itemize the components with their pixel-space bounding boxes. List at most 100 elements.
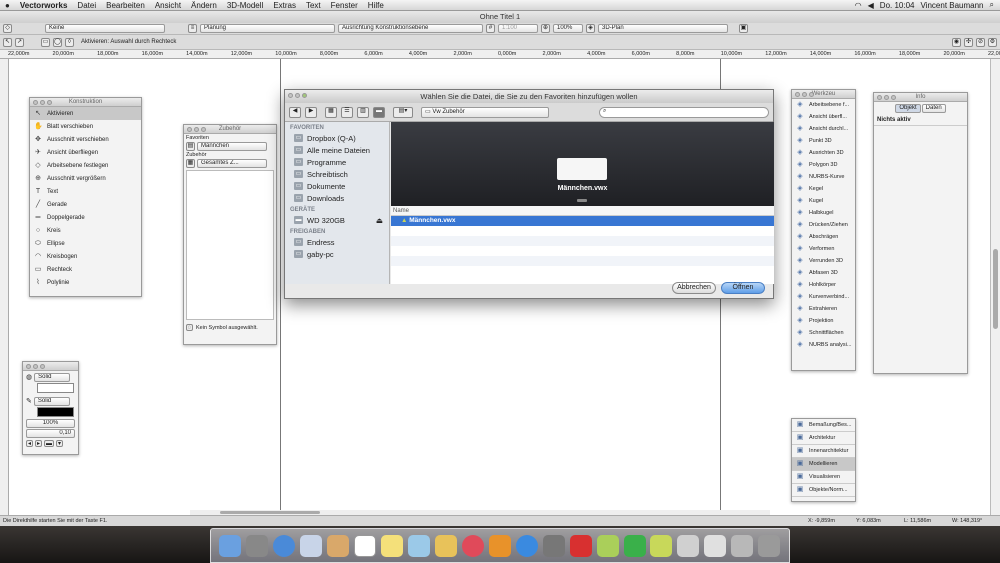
icon-view-icon[interactable]: ▦ [325,106,337,118]
launchpad-icon[interactable] [246,534,269,557]
vectorworks-viewer-icon[interactable] [650,534,673,557]
tool-10[interactable]: ⬭ Ellipse [30,237,141,250]
pen-style-select[interactable]: Solid [33,396,70,406]
sidebar-item-fav-5[interactable]: ▭ Downloads [285,192,389,204]
fill-color-swatch[interactable] [37,383,74,393]
spotlight-icon[interactable]: ⌕ [990,0,994,10]
opacity-field[interactable]: 100% [26,419,75,428]
tool-6[interactable]: T Text [30,185,141,198]
more-icon[interactable]: ▾ [56,440,63,447]
volume-icon[interactable]: ◀ [868,1,874,10]
select-mode-icon[interactable]: ↖ [3,37,12,47]
layer-icon[interactable]: ≡ [188,24,197,33]
file-row-maennchen[interactable]: ▲ Männchen.vwx [391,216,774,226]
tool-8[interactable]: ═ Doppelgerade [30,211,141,224]
scale-field[interactable]: 1:100 [498,24,538,33]
grid-icon[interactable]: # [486,24,495,33]
werkzeug-tool-10[interactable]: ◈ Drücken/Ziehen [792,219,855,231]
open-button[interactable]: Öffnen [721,282,765,294]
coverflow-view-icon[interactable]: ▬ [373,106,385,118]
sidebar-item-fav-3[interactable]: ▭ Schreibtisch [285,168,389,180]
forward-icon[interactable]: ▶ [305,106,317,118]
tool-4[interactable]: ◇ Arbeitsebene festlegen [30,159,141,172]
tab-objekt[interactable]: Objekt [895,104,921,113]
tool-set-3[interactable]: ▣ Modellieren [792,458,855,471]
app-menu[interactable]: Vectorworks [15,1,73,10]
menu-ansicht[interactable]: Ansicht [150,1,186,10]
list-view-icon[interactable]: ☰ [341,106,353,118]
tool-set-2[interactable]: ▣ Innenarchitektur [792,445,855,458]
werkzeug-tool-7[interactable]: ◈ Kegel [792,183,855,195]
view-select[interactable]: 3D-Plan [598,24,728,33]
ibooks-icon[interactable] [488,534,511,557]
lasso-icon[interactable]: ◯ [53,37,62,47]
sidebar-item-fav-4[interactable]: ▭ Dokumente [285,180,389,192]
arrange-icon[interactable]: ▤▾ [393,106,413,118]
sidebar-item-fav-2[interactable]: ▭ Programme [285,156,389,168]
zoom-icon[interactable]: ⊕ [541,24,550,33]
render-icon[interactable]: ▣ [739,24,748,33]
werkzeug-tool-3[interactable]: ◈ Punkt 3D [792,135,855,147]
tool-set-1[interactable]: ▣ Architektur [792,432,855,445]
view-icon[interactable]: ◈ [586,24,595,33]
coverflow-scroller[interactable] [577,199,587,202]
sidebar-item-wd[interactable]: ▬ WD 320GB ⏏ [285,214,389,226]
column-header-name[interactable]: Name [391,206,774,216]
pen-color-swatch[interactable] [37,407,74,417]
search-field[interactable]: ⌕ [599,106,769,118]
menu-extras[interactable]: Extras [268,1,301,10]
user-name[interactable]: Vincent Baumann [921,1,984,10]
system-preferences-icon[interactable] [542,534,565,557]
downloads-stack-icon[interactable] [731,534,754,557]
vectorworks-icon[interactable] [596,534,619,557]
notes-icon[interactable] [381,534,404,557]
game-icon[interactable] [623,534,646,557]
vertical-scrollbar[interactable] [990,59,1000,515]
arrow-start-icon[interactable]: ◂ [26,440,33,447]
sidebar-item-fav-0[interactable]: ▭ Dropbox (Q-A) [285,132,389,144]
tool-1[interactable]: ✋ Blatt verschieben [30,120,141,133]
werkzeug-tool-1[interactable]: ◈ Ansicht überfl... [792,111,855,123]
location-select[interactable]: ▭ Vw Zubehör [421,106,549,118]
tool-12[interactable]: ▭ Rechteck [30,263,141,276]
preview-icon[interactable] [408,534,431,557]
safari-icon[interactable] [273,534,296,557]
polygon-select-icon[interactable]: ◊ [65,37,74,47]
menu-bearbeiten[interactable]: Bearbeiten [101,1,150,10]
tool-set-5[interactable]: ▣ Objekte/Norm... [792,484,855,497]
tool-5[interactable]: ⊕ Ausschnitt vergrößern [30,172,141,185]
werkzeug-tool-17[interactable]: ◈ Extrahieren [792,303,855,315]
plane-select[interactable]: Ausrichtung Konstruktionsebene [338,24,483,33]
trash-icon[interactable] [758,534,781,557]
werkzeug-tool-4[interactable]: ◈ Ausrichten 3D [792,147,855,159]
tool-set-4[interactable]: ▣ Visualisieren [792,471,855,484]
contacts-icon[interactable] [327,534,350,557]
werkzeug-tool-20[interactable]: ◈ NURBS analysi... [792,339,855,351]
werkzeug-tool-12[interactable]: ◈ Verformen [792,243,855,255]
werkzeug-tool-14[interactable]: ◈ Abfasen 3D [792,267,855,279]
tool-13[interactable]: ⌇ Polylinie [30,276,141,289]
werkzeug-tool-11[interactable]: ◈ Abschrägen [792,231,855,243]
smart-cursor-icon[interactable]: ✣ [964,37,973,47]
werkzeug-tool-5[interactable]: ◈ Polygon 3D [792,159,855,171]
clock[interactable]: Do. 10:04 [880,1,915,10]
calendar-icon[interactable] [354,534,377,557]
tool-11[interactable]: ◠ Kreisbogen [30,250,141,263]
class-select[interactable]: Keine [45,24,165,33]
app-store-icon[interactable] [515,534,538,557]
tool-0[interactable]: ↖ Aktivieren [30,107,141,120]
calculator-icon[interactable] [677,534,700,557]
tool-7[interactable]: ╱ Gerade [30,198,141,211]
arrow-end-icon[interactable]: ▸ [35,440,42,447]
werkzeug-tool-18[interactable]: ◈ Projektion [792,315,855,327]
line-weight-field[interactable]: 0,10 [26,429,75,438]
column-view-icon[interactable]: ▥ [357,106,369,118]
layer-select[interactable]: Planung [200,24,335,33]
finder-icon[interactable] [219,534,242,557]
werkzeug-tool-2[interactable]: ◈ Ansicht durchl... [792,123,855,135]
mail-icon[interactable] [300,534,323,557]
tool-9[interactable]: ○ Kreis [30,224,141,237]
menu-datei[interactable]: Datei [72,1,101,10]
rect-select-icon[interactable]: ▭ [41,37,50,47]
werkzeug-tool-16[interactable]: ◈ Kurvenverbind... [792,291,855,303]
